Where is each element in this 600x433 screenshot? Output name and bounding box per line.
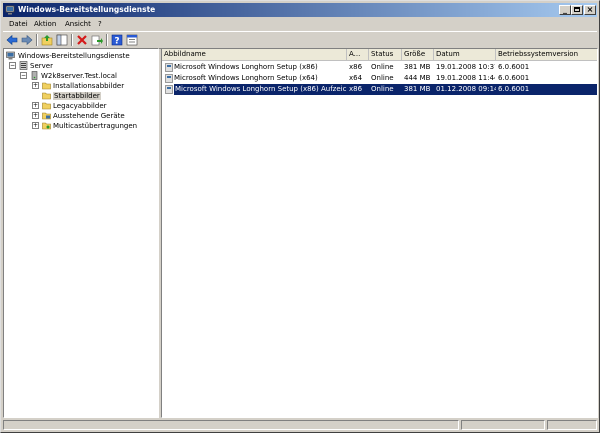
forward-icon[interactable] — [21, 34, 33, 46]
column-header-datum[interactable]: Datum — [434, 49, 496, 60]
cell-datum: 19.01.2008 11:44 — [436, 74, 495, 82]
folder-icon — [42, 102, 51, 110]
menu-datei[interactable]: Datei — [9, 20, 28, 28]
cell-betriebssystemversion: 6.0.6001 — [496, 84, 597, 95]
server-app-icon — [5, 5, 15, 15]
multicast-icon — [42, 122, 51, 130]
tree-host-label: W2k8server.Test.local — [41, 72, 117, 80]
show-tree-icon[interactable] — [56, 34, 68, 46]
tree-item-label: Ausstehende Geräte — [53, 112, 125, 120]
status-bar — [3, 419, 597, 431]
deployment-services-icon — [6, 51, 15, 60]
cell-architektur: x86 — [349, 63, 363, 71]
up-folder-icon[interactable] — [41, 34, 53, 46]
toolbar-separator — [36, 34, 38, 46]
cell-status: Online — [371, 63, 394, 71]
cell-datum: 19.01.2008 10:37 — [436, 63, 495, 71]
folder-icon — [42, 82, 51, 90]
collapse-icon[interactable]: − — [9, 62, 16, 69]
tree-item-label: Installationsabbilder — [53, 82, 125, 90]
toolbar: ? — [3, 31, 597, 49]
tree-root-label: Windows-Bereitstellungsdienste — [18, 52, 130, 60]
menu-bar: Datei Aktion Ansicht ? — [3, 18, 597, 30]
tree-item-label: Legacyabbilder — [53, 102, 107, 110]
cell-status: Online — [369, 84, 402, 95]
tree-pane[interactable]: Windows-Bereitstellungsdienste − Server … — [3, 48, 159, 418]
tree-item-label: Multicastübertragungen — [53, 122, 138, 130]
capture-image-icon — [165, 85, 173, 94]
server-icon — [31, 71, 38, 80]
cell-datum: 01.12.2008 09:14 — [434, 84, 496, 95]
tree-server-label: Server — [30, 62, 53, 70]
column-header-betriebssystemversion[interactable]: Betriebssystemversion — [496, 49, 597, 60]
tree-item-label: Startabbilder — [53, 92, 101, 100]
boot-image-icon — [165, 74, 173, 83]
expand-icon[interactable]: + — [32, 102, 39, 109]
close-button[interactable]: × — [584, 5, 596, 15]
window-title: Windows-Bereitstellungsdienste — [18, 5, 156, 14]
main-window: Windows-Bereitstellungsdienste _ × Datei… — [0, 0, 600, 433]
cell-betriebssystemversion: 6.0.6001 — [498, 74, 530, 82]
status-panel — [547, 420, 597, 430]
folder-icon — [42, 92, 51, 100]
expand-icon[interactable]: + — [32, 122, 39, 129]
cell-architektur: x64 — [349, 74, 363, 82]
collapse-icon[interactable]: − — [20, 72, 27, 79]
menu-help[interactable]: ? — [98, 20, 102, 28]
expand-icon[interactable]: + — [32, 112, 39, 119]
list-header: Abbildname A... Status Größe Datum Betri… — [162, 49, 597, 61]
servers-icon — [19, 61, 28, 70]
maximize-icon — [574, 7, 580, 12]
menu-aktion[interactable]: Aktion — [34, 20, 56, 28]
title-bar[interactable]: Windows-Bereitstellungsdienste _ × — [3, 3, 597, 17]
toolbar-separator — [106, 34, 108, 46]
cell-groesse: 381 MB — [402, 84, 434, 95]
table-row-selected[interactable]: Microsoft Windows Longhorn Setup (x86) A… — [162, 84, 597, 95]
cell-abbildname: Microsoft Windows Longhorn Setup (x64) — [174, 74, 318, 82]
status-panel — [461, 420, 545, 430]
column-header-groesse[interactable]: Größe — [402, 49, 434, 60]
table-row[interactable]: Microsoft Windows Longhorn Setup (x86) x… — [162, 62, 597, 73]
expand-icon[interactable]: + — [32, 82, 39, 89]
close-icon: × — [586, 5, 594, 14]
maximize-button[interactable] — [571, 5, 583, 15]
cell-groesse: 444 MB — [404, 74, 431, 82]
properties-icon[interactable] — [126, 34, 138, 46]
export-icon[interactable] — [91, 34, 103, 46]
table-row[interactable]: Microsoft Windows Longhorn Setup (x64) x… — [162, 73, 597, 84]
cell-groesse: 381 MB — [404, 63, 431, 71]
back-icon[interactable] — [6, 34, 18, 46]
pending-devices-icon — [42, 112, 51, 120]
help-icon[interactable]: ? — [111, 34, 123, 46]
minimize-button[interactable]: _ — [559, 5, 571, 15]
cell-abbildname: Microsoft Windows Longhorn Setup (x86) — [174, 63, 318, 71]
cell-abbildname: Microsoft Windows Longhorn Setup (x86) A… — [174, 84, 347, 95]
delete-icon[interactable] — [76, 34, 88, 46]
toolbar-separator — [71, 34, 73, 46]
cell-architektur: x86 — [347, 84, 369, 95]
column-header-abbildname[interactable]: Abbildname — [162, 49, 347, 60]
column-header-status[interactable]: Status — [369, 49, 402, 60]
cell-betriebssystemversion: 6.0.6001 — [498, 63, 530, 71]
image-list[interactable]: Abbildname A... Status Größe Datum Betri… — [161, 48, 598, 418]
menu-ansicht[interactable]: Ansicht — [65, 20, 91, 28]
svg-text:?: ? — [114, 37, 119, 47]
minimize-icon: _ — [563, 5, 567, 14]
column-header-architektur[interactable]: A... — [347, 49, 369, 60]
boot-image-icon — [165, 63, 173, 72]
cell-status: Online — [371, 74, 394, 82]
status-panel — [3, 420, 459, 430]
